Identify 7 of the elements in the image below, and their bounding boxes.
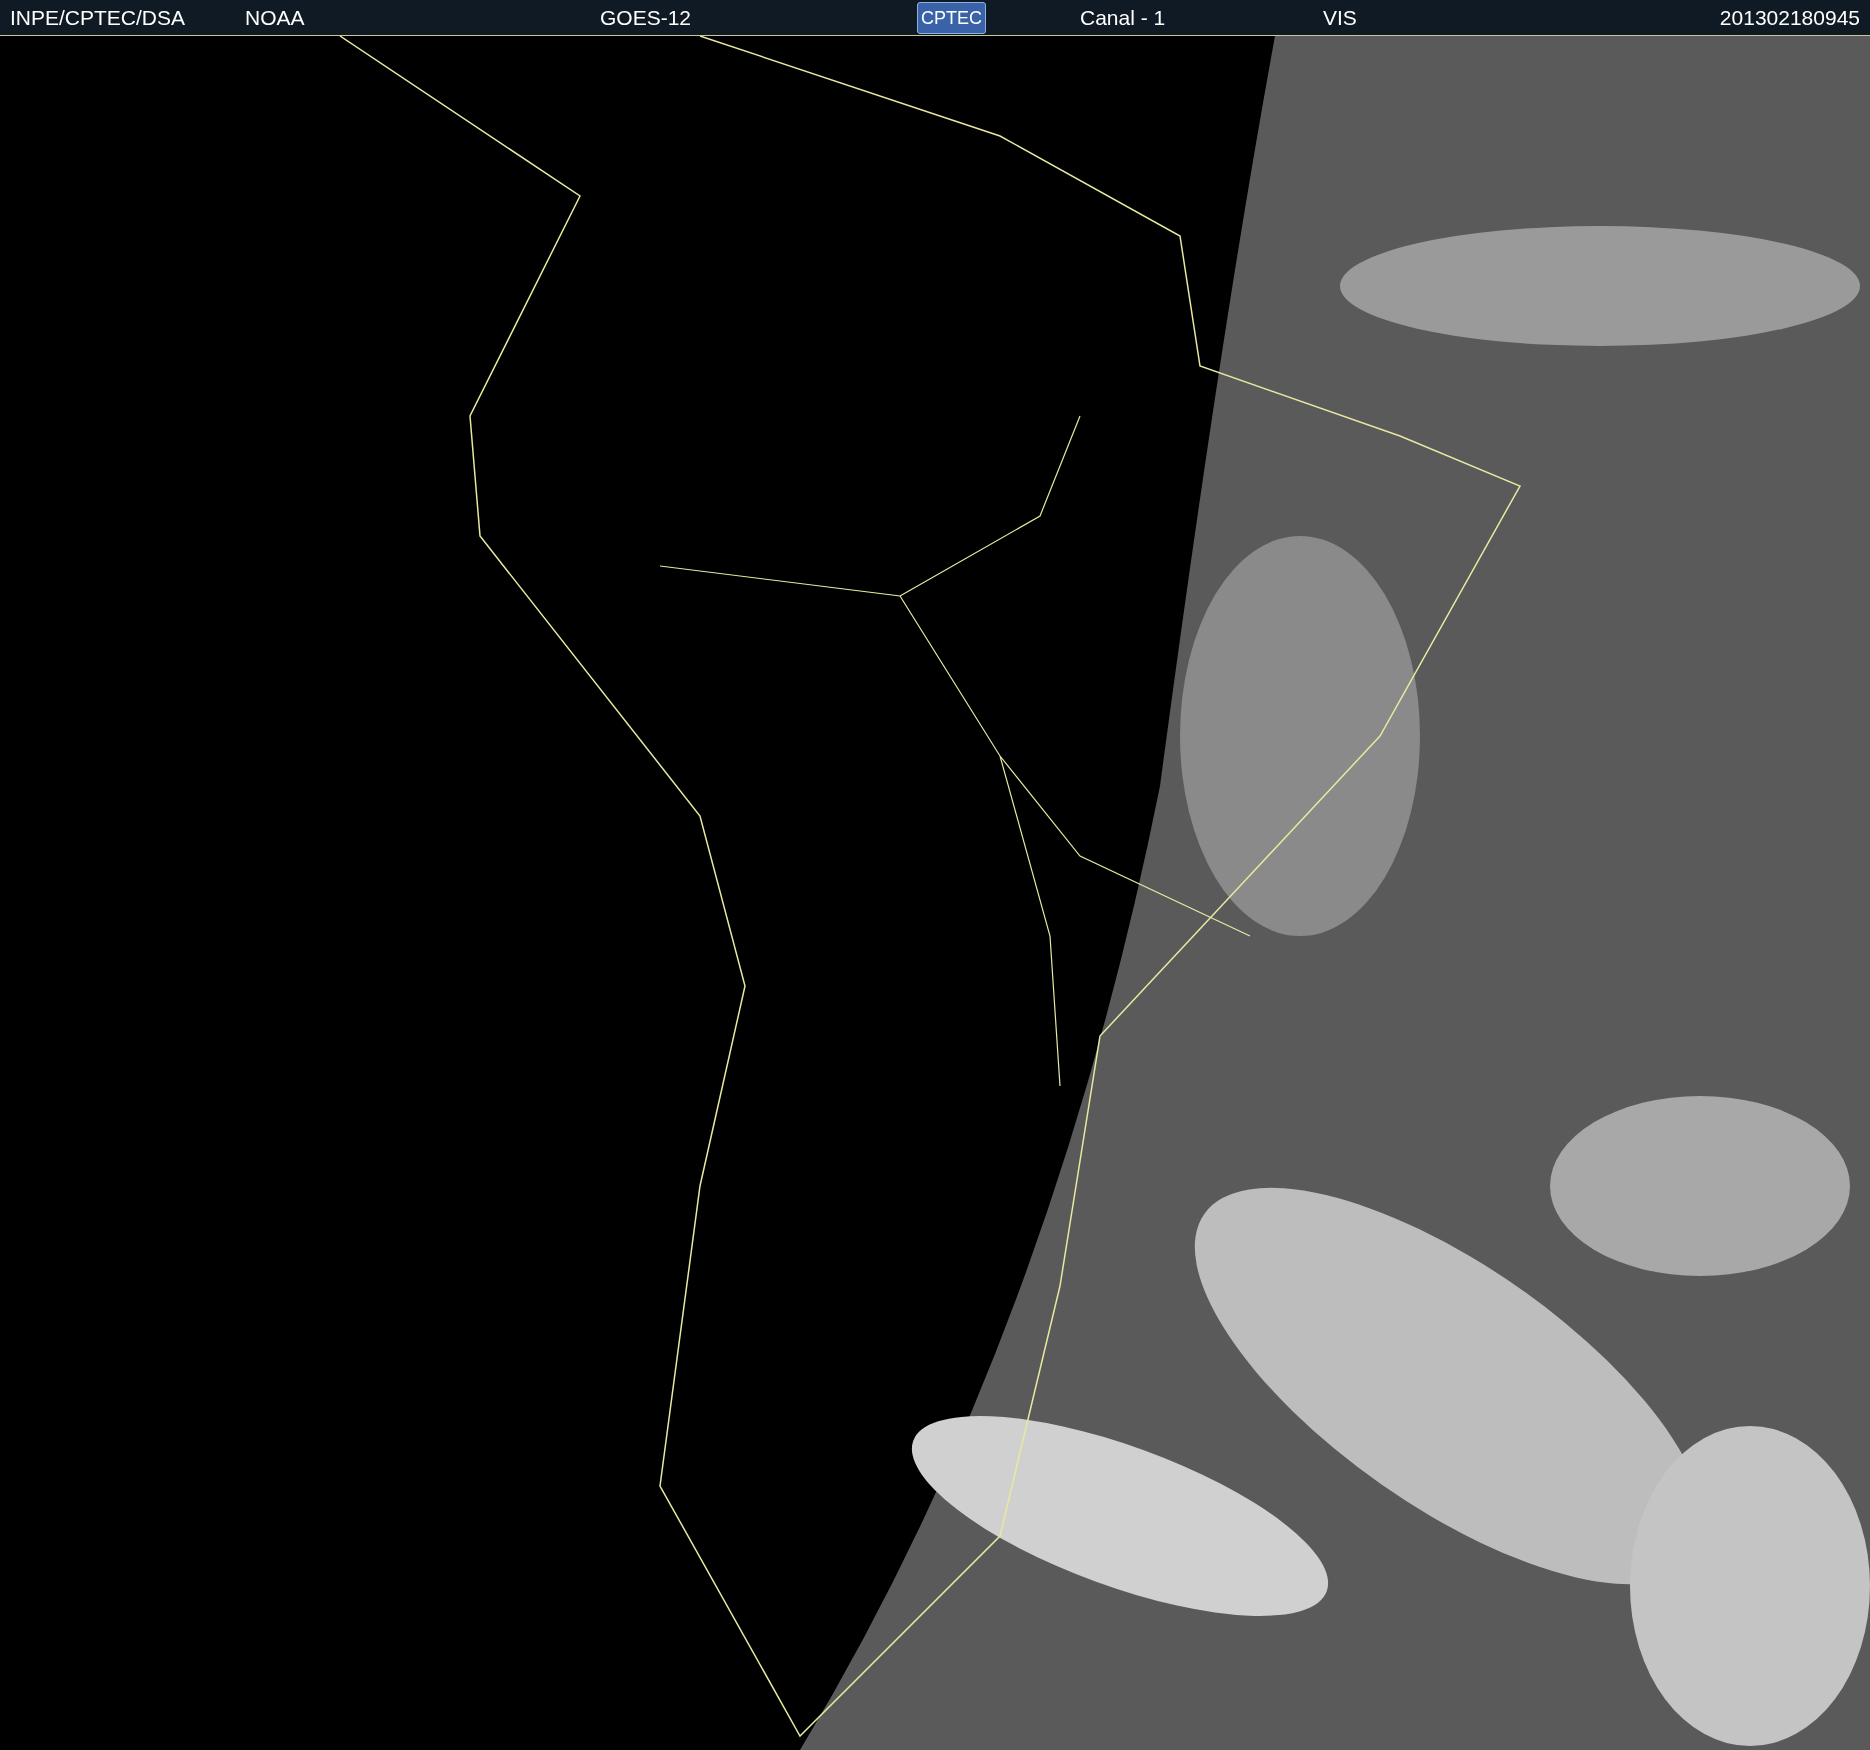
header-label: VIS [1323, 5, 1357, 29]
header-label: GOES-12 [600, 5, 692, 29]
header-label: NOAA [245, 5, 305, 29]
header-label: INPE/CPTEC/DSA [10, 5, 186, 29]
header-label: 201302180945 [1719, 5, 1860, 29]
logo: CPTEC [917, 2, 986, 34]
header-label: Canal - 1 [1080, 5, 1166, 29]
